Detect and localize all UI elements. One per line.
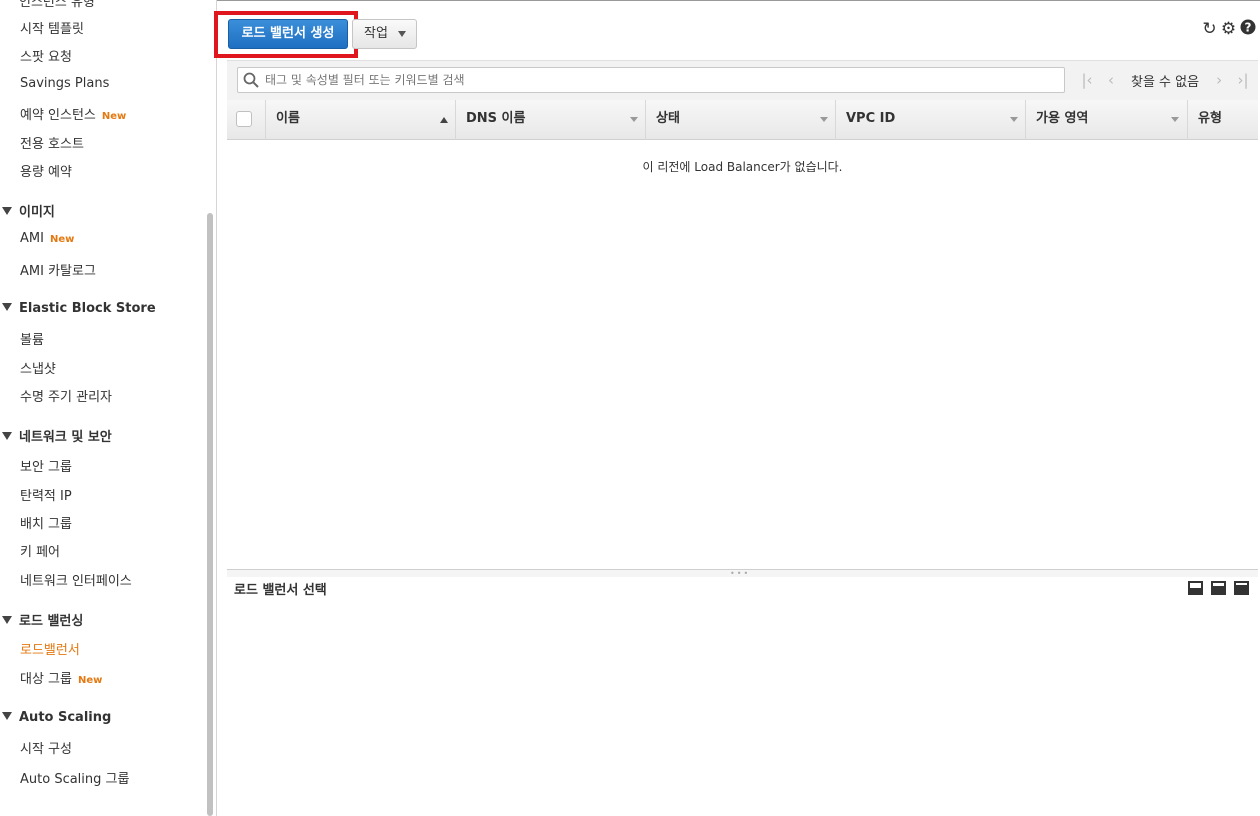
search-input[interactable] — [265, 71, 1055, 89]
filter-bar: |‹ ‹ 찾을 수 없음 › ›| — [227, 60, 1258, 100]
sidebar-item-volumes[interactable]: 볼륨 — [20, 329, 44, 348]
create-load-balancer-button[interactable]: 로드 밸런서 생성 — [228, 19, 348, 49]
column-header-availability-zones[interactable]: 가용 영역 — [1025, 100, 1187, 140]
column-header-vpc-id[interactable]: VPC ID — [835, 100, 1025, 140]
sort-ascending-icon — [440, 117, 448, 123]
detail-panel-title: 로드 밸런서 선택 — [234, 583, 327, 598]
empty-table-message: 이 리전에 Load Balancer가 없습니다. — [642, 160, 843, 174]
sidebar-group-title: 네트워크 및 보안 — [19, 430, 112, 445]
chevron-down-icon — [398, 31, 406, 37]
last-page-icon[interactable]: ›| — [1231, 71, 1255, 89]
sidebar-group-images[interactable]: 이미지 — [2, 201, 55, 220]
sidebar-item-ami-catalog[interactable]: AMI 카탈로그 — [20, 260, 96, 279]
sidebar-item-lifecycle-manager[interactable]: 수명 주기 관리자 — [20, 386, 112, 405]
column-header-name[interactable]: 이름 — [265, 100, 455, 140]
toolbar-icons: ↻ ⚙ ? — [1201, 19, 1256, 39]
column-label: 이름 — [276, 111, 300, 126]
gear-icon[interactable]: ⚙ — [1220, 19, 1237, 39]
sidebar-item-key-pairs[interactable]: 키 페어 — [20, 541, 60, 560]
sidebar: 인스턴스 유형 시작 템플릿 스팟 요청 Savings Plans 예약 인스… — [0, 0, 217, 816]
pagination-status: 찾을 수 없음 — [1131, 74, 1200, 90]
sort-icon — [630, 117, 638, 122]
sidebar-group-title: 로드 밸런싱 — [19, 614, 84, 629]
sidebar-item-dedicated-hosts[interactable]: 전용 호스트 — [20, 133, 84, 152]
sidebar-item-label: 대상 그룹 — [20, 672, 72, 687]
caret-down-icon — [2, 303, 12, 311]
select-all-checkbox[interactable] — [236, 111, 252, 127]
column-label: DNS 이름 — [466, 111, 526, 126]
panel-size-controls — [1188, 581, 1249, 595]
top-divider — [217, 0, 1260, 1]
drag-handle-icon: ••• — [730, 569, 751, 578]
sidebar-group-title: Elastic Block Store — [19, 301, 156, 316]
table-header: 이름 DNS 이름 상태 VPC ID 가용 영역 유형 — [227, 100, 1258, 140]
column-label: VPC ID — [846, 111, 896, 126]
first-page-icon[interactable]: |‹ — [1075, 71, 1099, 89]
sidebar-item-elastic-ips[interactable]: 탄력적 IP — [20, 485, 72, 504]
new-badge: New — [77, 675, 103, 686]
sidebar-item-auto-scaling-groups[interactable]: Auto Scaling 그룹 — [20, 768, 129, 787]
column-label: 가용 영역 — [1036, 111, 1089, 126]
sort-icon — [820, 117, 828, 122]
caret-down-icon — [2, 207, 12, 215]
refresh-icon[interactable]: ↻ — [1201, 19, 1218, 39]
caret-down-icon — [2, 432, 12, 440]
panel-maximize-icon[interactable] — [1234, 581, 1249, 595]
sidebar-group-title: 이미지 — [19, 205, 55, 220]
column-header-dns-name[interactable]: DNS 이름 — [455, 100, 645, 140]
caret-down-icon — [2, 616, 12, 624]
panel-half-icon[interactable] — [1211, 581, 1226, 595]
prev-page-icon[interactable]: ‹ — [1099, 71, 1123, 89]
sidebar-item-placement-groups[interactable]: 배치 그룹 — [20, 513, 72, 532]
sidebar-item-security-groups[interactable]: 보안 그룹 — [20, 456, 72, 475]
caret-down-icon — [2, 712, 12, 720]
column-header-type[interactable]: 유형 — [1187, 100, 1258, 140]
new-badge: New — [101, 111, 127, 122]
sidebar-group-load-balancing[interactable]: 로드 밸런싱 — [2, 610, 83, 629]
help-icon[interactable]: ? — [1239, 19, 1256, 39]
column-label: 상태 — [656, 111, 680, 126]
sidebar-item-reserved-instances[interactable]: 예약 인스턴스 New — [20, 104, 126, 123]
sidebar-item-capacity-reservations[interactable]: 용량 예약 — [20, 161, 72, 180]
sort-icon — [1010, 117, 1018, 122]
search-box — [237, 67, 1065, 93]
sidebar-group-ebs[interactable]: Elastic Block Store — [2, 301, 156, 316]
column-header-state[interactable]: 상태 — [645, 100, 835, 140]
sidebar-item-label: 예약 인스턴스 — [20, 108, 96, 123]
pagination: |‹ ‹ 찾을 수 없음 › ›| — [1075, 70, 1255, 90]
actions-dropdown[interactable]: 작업 — [352, 19, 417, 49]
sidebar-item-spot-requests[interactable]: 스팟 요청 — [20, 46, 72, 65]
sort-icon — [1171, 117, 1179, 122]
panel-resize-handle[interactable]: ••• — [227, 569, 1258, 578]
sidebar-item-ami[interactable]: AMI New — [20, 231, 74, 246]
sidebar-group-auto-scaling[interactable]: Auto Scaling — [2, 710, 111, 725]
sidebar-item-snapshots[interactable]: 스냅샷 — [20, 358, 56, 377]
sidebar-item-target-groups[interactable]: 대상 그룹 New — [20, 668, 102, 687]
sidebar-item-instance-types[interactable]: 인스턴스 유형 — [19, 0, 95, 10]
sidebar-group-title: Auto Scaling — [19, 710, 112, 725]
sidebar-scrollbar[interactable] — [207, 213, 213, 816]
column-label: 유형 — [1198, 111, 1222, 126]
panel-minimize-icon[interactable] — [1188, 581, 1203, 595]
search-icon — [243, 72, 259, 88]
next-page-icon[interactable]: › — [1207, 71, 1231, 89]
sidebar-item-label: AMI — [20, 231, 44, 246]
svg-text:?: ? — [1244, 21, 1251, 35]
sidebar-item-launch-templates[interactable]: 시작 템플릿 — [20, 18, 84, 37]
new-badge: New — [49, 234, 75, 245]
sidebar-item-network-interfaces[interactable]: 네트워크 인터페이스 — [20, 570, 132, 589]
sidebar-group-network-security[interactable]: 네트워크 및 보안 — [2, 426, 112, 445]
actions-label: 작업 — [364, 26, 388, 41]
sidebar-item-launch-configurations[interactable]: 시작 구성 — [20, 738, 72, 757]
sidebar-item-load-balancers[interactable]: 로드밸런서 — [20, 639, 80, 658]
sidebar-item-savings-plans[interactable]: Savings Plans — [20, 76, 109, 91]
